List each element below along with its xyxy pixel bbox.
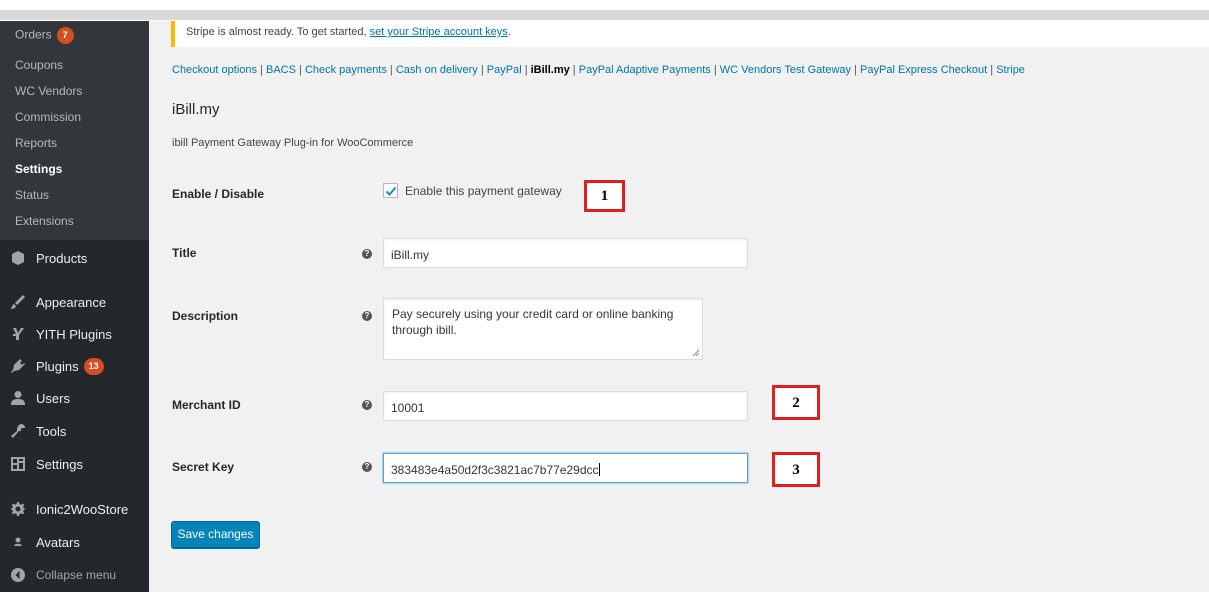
- secret-key-label: Secret Key: [172, 460, 235, 474]
- tab-cash-on-delivery[interactable]: Cash on delivery: [396, 64, 478, 76]
- orders-count-badge: 7: [56, 27, 74, 44]
- merchant-id-input[interactable]: 10001: [383, 391, 748, 421]
- submenu-commission[interactable]: Commission: [15, 110, 81, 124]
- description-label: Description: [172, 309, 239, 323]
- yith-icon: [9, 325, 27, 343]
- title-input[interactable]: iBill.my: [383, 238, 748, 268]
- submenu-reports[interactable]: Reports: [15, 136, 57, 150]
- sidebar-item-label: Tools: [36, 423, 67, 439]
- sidebar-item-label: Products: [36, 250, 88, 266]
- merchant-id-help-icon[interactable]: ?: [362, 400, 372, 410]
- submenu-status[interactable]: Status: [15, 188, 49, 202]
- sidebar-item-label: YITH Plugins: [36, 326, 112, 342]
- description-help-icon[interactable]: ?: [362, 311, 372, 321]
- sidebar-item-tools[interactable]: Tools: [0, 416, 149, 446]
- sidebar-item-plugins[interactable]: Plugins 13: [0, 351, 149, 381]
- sidebar-item-label: Ionic2WooStore: [36, 501, 129, 517]
- text-caret: [598, 463, 600, 476]
- tab-bacs[interactable]: BACS: [266, 64, 296, 76]
- sidebar-item-users[interactable]: Users: [0, 383, 149, 413]
- secret-key-value: 383483e4a50d2f3c3821ac7b77e29dcc: [391, 463, 599, 477]
- stripe-notice: Stripe is almost ready. To get started, …: [171, 21, 1209, 47]
- sidebar-item-label: Users: [36, 390, 70, 406]
- tab-ibill-current[interactable]: iBill.my: [531, 64, 570, 76]
- section-description: ibill Payment Gateway Plug-in for WooCom…: [172, 137, 414, 149]
- collapse-arrow-icon: [9, 566, 27, 584]
- sidebar-item-products[interactable]: Products: [0, 243, 149, 273]
- tab-stripe[interactable]: Stripe: [996, 64, 1025, 76]
- tab-checkout-options[interactable]: Checkout options: [172, 64, 257, 76]
- stripe-keys-link[interactable]: set your Stripe account keys: [370, 26, 508, 38]
- tab-paypal-express[interactable]: PayPal Express Checkout: [860, 64, 987, 76]
- collapse-menu-button[interactable]: Collapse menu: [0, 560, 149, 590]
- top-strip: [0, 0, 1209, 21]
- woocommerce-submenu: Orders 7 Coupons WC Vendors Commission Re…: [0, 21, 149, 240]
- plugins-icon: [9, 357, 27, 375]
- admin-sidebar: Orders 7 Coupons WC Vendors Commission Re…: [0, 21, 149, 592]
- gear-icon: [9, 500, 27, 518]
- products-icon: [9, 249, 27, 267]
- collapse-menu-label: Collapse menu: [36, 568, 117, 582]
- tab-paypal-adaptive[interactable]: PayPal Adaptive Payments: [579, 64, 711, 76]
- top-border: [0, 10, 1209, 20]
- description-textarea[interactable]: Pay securely using your credit card or o…: [383, 298, 703, 360]
- description-line-1: Pay securely using your credit card or o…: [392, 307, 674, 321]
- notice-text: Stripe is almost ready. To get started,: [186, 26, 370, 38]
- title-help-icon[interactable]: ?: [362, 249, 372, 259]
- sidebar-item-label: Settings: [36, 456, 83, 472]
- submenu-settings[interactable]: Settings: [15, 162, 62, 176]
- merchant-id-label: Merchant ID: [172, 398, 241, 412]
- submenu-label: Orders: [15, 27, 52, 42]
- annotation-1: 1: [584, 180, 625, 212]
- sidebar-item-settings[interactable]: Settings: [0, 449, 149, 479]
- secret-key-input[interactable]: 383483e4a50d2f3c3821ac7b77e29dcc: [383, 453, 748, 483]
- appearance-icon: [9, 293, 27, 311]
- enable-gateway-label[interactable]: Enable this payment gateway: [405, 184, 562, 198]
- resize-handle-icon[interactable]: [692, 349, 700, 357]
- section-title: iBill.my: [172, 101, 220, 118]
- settings-icon: [9, 455, 27, 473]
- tab-check-payments[interactable]: Check payments: [305, 64, 387, 76]
- checkmark-icon: [385, 186, 397, 196]
- avatar-icon: [9, 533, 27, 551]
- sidebar-item-label: Plugins: [36, 358, 79, 374]
- secret-key-help-icon[interactable]: ?: [362, 462, 372, 472]
- submenu-wc-vendors[interactable]: WC Vendors: [15, 84, 82, 98]
- sidebar-item-yith-plugins[interactable]: YITH Plugins: [0, 319, 149, 349]
- sidebar-item-avatars[interactable]: Avatars: [0, 527, 149, 557]
- checkout-section-tabs: Checkout options | BACS | Check payments…: [172, 64, 1025, 76]
- enable-gateway-checkbox[interactable]: [383, 183, 398, 198]
- title-label: Title: [172, 246, 197, 260]
- submenu-extensions[interactable]: Extensions: [15, 214, 74, 228]
- description-line-2: through ibill.: [392, 323, 457, 337]
- tab-paypal[interactable]: PayPal: [487, 64, 522, 76]
- enable-disable-label: Enable / Disable: [172, 187, 265, 201]
- sidebar-item-ionic2woostore[interactable]: Ionic2WooStore: [0, 494, 149, 524]
- save-changes-button[interactable]: Save changes: [171, 521, 260, 548]
- tab-wc-vendors-test[interactable]: WC Vendors Test Gateway: [720, 64, 851, 76]
- annotation-2: 2: [772, 385, 820, 420]
- sidebar-item-label: Avatars: [36, 534, 80, 550]
- users-icon: [9, 389, 27, 407]
- annotation-3: 3: [772, 452, 820, 487]
- submenu-orders[interactable]: Orders 7: [15, 27, 74, 44]
- plugins-update-badge: 13: [83, 357, 104, 375]
- submenu-coupons[interactable]: Coupons: [15, 58, 63, 72]
- sidebar-item-label: Appearance: [36, 294, 107, 310]
- notice-suffix: .: [507, 26, 511, 38]
- tools-icon: [9, 422, 27, 440]
- sidebar-item-appearance[interactable]: Appearance: [0, 287, 149, 317]
